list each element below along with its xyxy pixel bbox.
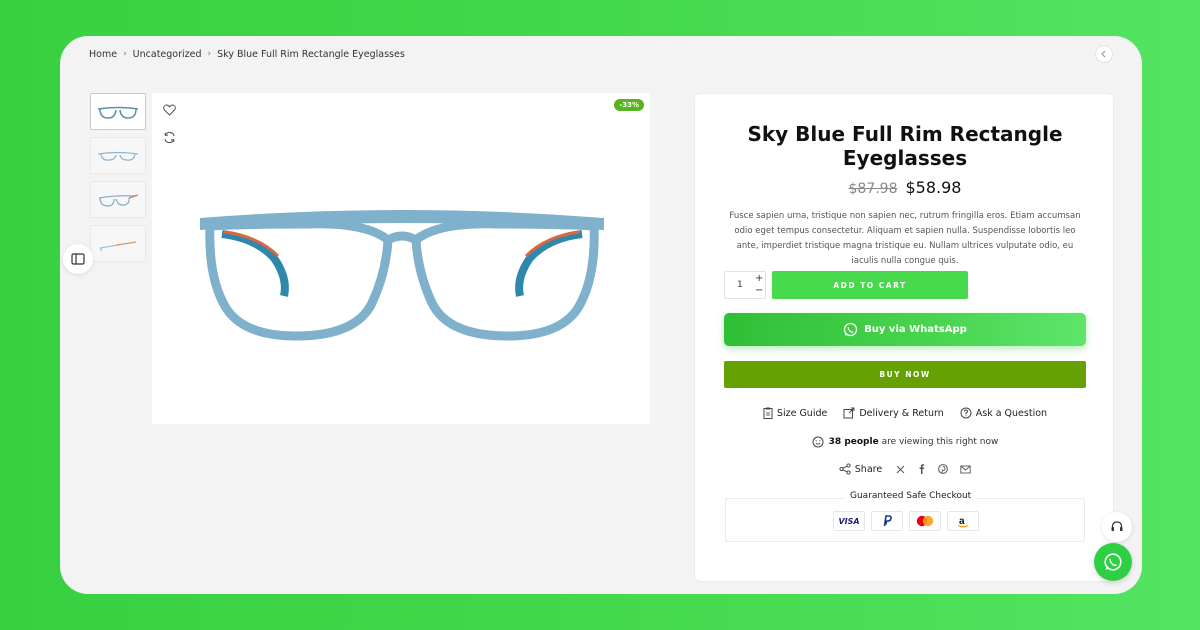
- amazon-icon: a: [957, 516, 969, 527]
- product-description: Fusce sapien urna, tristique non sapien …: [729, 211, 1081, 266]
- quantity-stepper: 1 + −: [724, 271, 766, 299]
- payment-methods: VISA a: [726, 511, 1086, 531]
- visa-logo: VISA: [833, 511, 865, 531]
- paypal-icon: [883, 515, 892, 527]
- page-card: Home › Uncategorized › Sky Blue Full Rim…: [60, 36, 1142, 594]
- paypal-logo: [871, 511, 903, 531]
- quantity-decrement-button[interactable]: −: [755, 286, 763, 296]
- breadcrumb-separator: ›: [207, 49, 212, 59]
- buy-now-button[interactable]: BUY NOW: [724, 361, 1086, 388]
- sidebar-toggle-button[interactable]: [63, 244, 93, 274]
- headset-icon: [1111, 521, 1123, 531]
- thumbnail-temple[interactable]: [90, 225, 146, 262]
- smiley-icon: [812, 436, 824, 448]
- add-to-cart-button[interactable]: ADD TO CART: [772, 271, 968, 299]
- svg-text:a: a: [959, 516, 965, 527]
- support-button[interactable]: [1102, 512, 1132, 542]
- thumbnail-list: [90, 93, 146, 269]
- visa-label: VISA: [838, 516, 860, 526]
- glasses-thumbnail-image: [99, 240, 137, 251]
- email-icon[interactable]: [960, 465, 971, 474]
- product-main-image[interactable]: -33%: [152, 93, 650, 424]
- ask-question-link[interactable]: Ask a Question: [960, 407, 1047, 419]
- safe-checkout-box: Guaranteed Safe Checkout VISA a: [725, 491, 1086, 542]
- quantity-increment-button[interactable]: +: [755, 274, 763, 284]
- breadcrumb-current: Sky Blue Full Rim Rectangle Eyeglasses: [217, 48, 405, 60]
- mastercard-logo: [909, 511, 941, 531]
- discount-badge: -33%: [614, 99, 644, 111]
- price-block: $87.98 $58.98: [695, 178, 1115, 197]
- back-button[interactable]: [1095, 45, 1113, 63]
- delivery-return-link[interactable]: Delivery & Return: [843, 407, 944, 419]
- breadcrumb-home[interactable]: Home: [89, 49, 117, 60]
- safe-checkout-title: Guaranteed Safe Checkout: [844, 491, 978, 501]
- facebook-icon[interactable]: [917, 464, 926, 474]
- breadcrumb-separator: ›: [123, 49, 127, 59]
- x-icon[interactable]: [896, 465, 905, 474]
- glasses-thumbnail-image: [97, 151, 139, 161]
- share-icon: [839, 463, 851, 475]
- delivery-icon: [843, 407, 855, 419]
- chevron-left-icon: [1101, 50, 1106, 58]
- product-title: Sky Blue Full Rim Rectangle Eyeglasses: [747, 122, 1063, 170]
- thumbnail-side[interactable]: [90, 181, 146, 218]
- compare-icon: [163, 131, 175, 143]
- size-guide-icon: [763, 407, 773, 419]
- whatsapp-button-label: Buy via WhatsApp: [864, 324, 967, 335]
- product-links: Size Guide Delivery & Return Ask a Quest…: [695, 407, 1115, 419]
- thumbnail-angle[interactable]: [90, 137, 146, 174]
- amazon-logo: a: [947, 511, 979, 531]
- live-viewers: 38 people are viewing this right now: [695, 436, 1115, 448]
- size-guide-label: Size Guide: [776, 407, 828, 419]
- whatsapp-chat-button[interactable]: [1094, 543, 1132, 581]
- glasses-thumbnail-image: [97, 106, 139, 119]
- delivery-label: Delivery & Return: [859, 407, 944, 419]
- old-price: $87.98: [848, 181, 898, 197]
- glasses-thumbnail-image: [98, 193, 139, 207]
- pinterest-icon[interactable]: [938, 464, 949, 474]
- mastercard-icon: [916, 515, 934, 527]
- breadcrumb-category[interactable]: Uncategorized: [133, 49, 202, 60]
- ask-question-label: Ask a Question: [975, 407, 1048, 419]
- size-guide-link[interactable]: Size Guide: [763, 407, 827, 419]
- whatsapp-icon: [844, 322, 858, 337]
- viewer-count: 38 people: [828, 437, 879, 447]
- glasses-product-image: [200, 210, 604, 341]
- wishlist-button[interactable]: [160, 101, 178, 119]
- sale-price: $58.98: [905, 178, 962, 197]
- question-icon: [960, 407, 972, 419]
- whatsapp-icon: [1104, 553, 1122, 571]
- sidebar-toggle-icon: [71, 253, 85, 265]
- quantity-input[interactable]: 1: [737, 280, 743, 290]
- thumbnail-front[interactable]: [90, 93, 146, 130]
- share-label: Share: [854, 463, 883, 475]
- share-row: Share: [695, 463, 1115, 475]
- product-info-panel: Sky Blue Full Rim Rectangle Eyeglasses $…: [694, 93, 1114, 582]
- heart-icon: [162, 104, 176, 116]
- buy-via-whatsapp-button[interactable]: Buy via WhatsApp: [724, 313, 1086, 346]
- breadcrumb: Home › Uncategorized › Sky Blue Full Rim…: [89, 47, 405, 61]
- share-label-group: Share: [839, 463, 882, 475]
- compare-button[interactable]: [160, 128, 178, 146]
- viewer-text: are viewing this right now: [881, 437, 999, 447]
